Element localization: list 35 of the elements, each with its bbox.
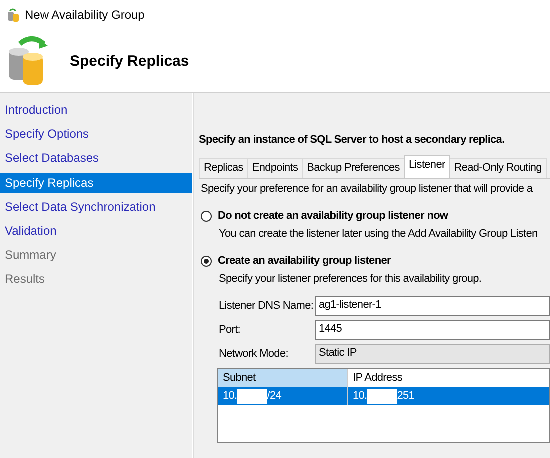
section-heading: Specify an instance of SQL Server to host a secondary replica.	[199, 134, 506, 146]
instruction-text: Specify your preference for an availability group listener that will provide a	[201, 183, 534, 195]
option-description: You can create the listener later using the Add Availability Group Listen	[218, 228, 539, 240]
sidebar-item[interactable]: Specify Options	[0, 124, 192, 144]
redaction-bar	[237, 388, 268, 404]
sidebar-item[interactable]: Select Databases	[0, 148, 192, 168]
radio-button[interactable]	[201, 256, 212, 266]
table-row[interactable]: 10. /24 10. 251	[218, 387, 549, 405]
page-title: Specify Replicas	[70, 52, 190, 70]
radio-label[interactable]: Do not create an availability group listener now	[218, 210, 448, 222]
sidebar-item[interactable]: Select Data Synchronization	[0, 196, 192, 217]
sidebar-item[interactable]: Specify Replicas	[0, 172, 192, 193]
field-label: Listener DNS Name:	[219, 300, 315, 312]
column-header[interactable]: IP Address	[348, 369, 549, 387]
tab[interactable]: Replicas	[199, 158, 248, 178]
field-label: Port:	[219, 324, 242, 336]
input-field[interactable]: ag1-listener-1	[315, 296, 550, 316]
sidebar-item[interactable]: Introduction	[0, 100, 192, 120]
field-label: Network Mode:	[219, 348, 290, 360]
redaction-bar	[367, 388, 398, 404]
cell-text: 10.	[223, 389, 238, 404]
window-title: New Availability Group	[25, 8, 145, 22]
option-description: Specify your listener preferences for this availability group.	[218, 273, 483, 285]
tab[interactable]: Listener	[404, 155, 450, 178]
column-header[interactable]: Subnet	[218, 369, 348, 387]
cell-text: 10.	[353, 389, 368, 404]
cell-text: /24	[267, 389, 282, 404]
app-icon	[7, 8, 20, 22]
input-field[interactable]: 1445	[315, 320, 550, 340]
dropdown-field[interactable]: Static IP	[315, 344, 550, 364]
tab[interactable]: Read-Only Routing	[449, 158, 547, 178]
sidebar-item[interactable]: Validation	[0, 220, 192, 241]
radio-button[interactable]	[201, 210, 212, 222]
cell-text: 251	[397, 389, 415, 404]
radio-label[interactable]: Create an availability group listener	[218, 255, 391, 267]
